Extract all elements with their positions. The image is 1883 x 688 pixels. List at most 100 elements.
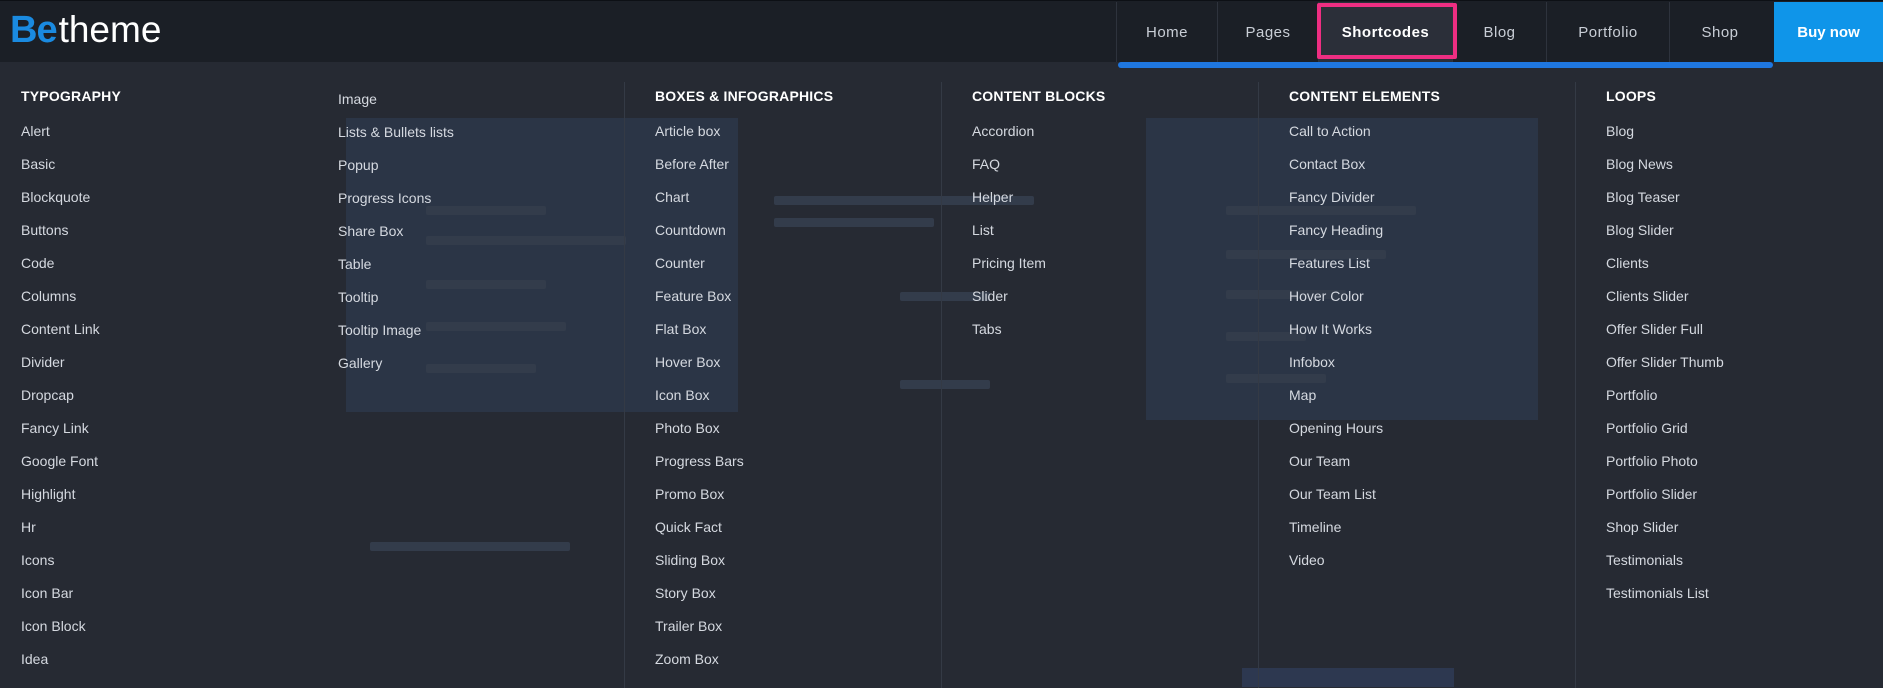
menu-item[interactable]: Icon Box bbox=[655, 384, 744, 417]
menu-list-typography-more: Image Lists & Bullets lists Popup Progress … bbox=[338, 88, 454, 385]
menu-item[interactable]: Timeline bbox=[1289, 516, 1383, 549]
menu-item[interactable]: Feature Box bbox=[655, 285, 744, 318]
menu-item[interactable]: Content Link bbox=[21, 318, 100, 351]
menu-list-content-elements: Call to Action Contact Box Fancy Divider Fa… bbox=[1289, 120, 1383, 582]
main-nav: Home Pages Shortcodes Blog Portfolio Sho… bbox=[1116, 2, 1770, 62]
menu-item[interactable]: Icon Bar bbox=[21, 582, 100, 615]
menu-item[interactable]: Testimonials List bbox=[1606, 582, 1724, 615]
nav-shop[interactable]: Shop bbox=[1669, 2, 1770, 62]
menu-item[interactable]: Clients Slider bbox=[1606, 285, 1724, 318]
menu-item[interactable]: How It Works bbox=[1289, 318, 1383, 351]
menu-item[interactable]: Buttons bbox=[21, 219, 100, 252]
menu-item[interactable]: Hr bbox=[21, 516, 100, 549]
nav-pages[interactable]: Pages bbox=[1217, 2, 1318, 62]
buy-now-button[interactable]: Buy now bbox=[1774, 2, 1883, 62]
logo-theme-text: theme bbox=[58, 9, 162, 50]
menu-item[interactable]: Portfolio Photo bbox=[1606, 450, 1724, 483]
logo-be-text: Be bbox=[10, 9, 58, 51]
menu-item[interactable]: Photo Box bbox=[655, 417, 744, 450]
menu-item[interactable]: Dropcap bbox=[21, 384, 100, 417]
menu-item[interactable]: Progress Bars bbox=[655, 450, 744, 483]
menu-item[interactable]: Opening Hours bbox=[1289, 417, 1383, 450]
menu-item[interactable]: Call to Action bbox=[1289, 120, 1383, 153]
menu-item[interactable]: Alert bbox=[21, 120, 100, 153]
nav-shortcodes[interactable]: Shortcodes bbox=[1318, 2, 1452, 62]
menu-item[interactable]: Portfolio Slider bbox=[1606, 483, 1724, 516]
menu-item[interactable]: Tabs bbox=[972, 318, 1046, 351]
menu-item[interactable]: Video bbox=[1289, 549, 1383, 582]
menu-item[interactable]: Blog Teaser bbox=[1606, 186, 1724, 219]
menu-item[interactable]: Portfolio Grid bbox=[1606, 417, 1724, 450]
menu-item[interactable]: Slider bbox=[972, 285, 1046, 318]
menu-item[interactable]: Share Box bbox=[338, 220, 454, 253]
menu-item[interactable]: Icons bbox=[21, 549, 100, 582]
menu-item[interactable]: Popup bbox=[338, 154, 454, 187]
menu-heading-content-blocks: CONTENT BLOCKS bbox=[972, 88, 1106, 104]
menu-item[interactable]: Contact Box bbox=[1289, 153, 1383, 186]
menu-list-typography: Alert Basic Blockquote Buttons Code Columns Co… bbox=[21, 120, 100, 681]
menu-item[interactable]: Trailer Box bbox=[655, 615, 744, 648]
menu-item[interactable]: Counter bbox=[655, 252, 744, 285]
menu-item[interactable]: Idea bbox=[21, 648, 100, 681]
menu-item[interactable]: Clients bbox=[1606, 252, 1724, 285]
menu-item[interactable]: Divider bbox=[21, 351, 100, 384]
menu-item[interactable]: Blog News bbox=[1606, 153, 1724, 186]
menu-item[interactable]: Promo Box bbox=[655, 483, 744, 516]
menu-item[interactable]: Tooltip Image bbox=[338, 319, 454, 352]
menu-item[interactable]: Lists & Bullets lists bbox=[338, 121, 454, 154]
menu-item[interactable]: Icon Block bbox=[21, 615, 100, 648]
menu-item[interactable]: Fancy Heading bbox=[1289, 219, 1383, 252]
menu-item[interactable]: Blog Slider bbox=[1606, 219, 1724, 252]
shortcodes-mega-menu: TYPOGRAPHY Alert Basic Blockquote Buttons Co… bbox=[0, 68, 1883, 688]
menu-item[interactable]: List bbox=[972, 219, 1046, 252]
menu-item[interactable]: Shop Slider bbox=[1606, 516, 1724, 549]
menu-item[interactable]: Table bbox=[338, 253, 454, 286]
menu-item[interactable]: Hover Color bbox=[1289, 285, 1383, 318]
menu-list-loops: Blog Blog News Blog Teaser Blog Slider Clien… bbox=[1606, 120, 1724, 615]
menu-item[interactable]: Accordion bbox=[972, 120, 1046, 153]
menu-item[interactable]: Zoom Box bbox=[655, 648, 744, 681]
menu-item[interactable]: Highlight bbox=[21, 483, 100, 516]
menu-item[interactable]: Fancy Link bbox=[21, 417, 100, 450]
menu-item[interactable]: Helper bbox=[972, 186, 1046, 219]
menu-item[interactable]: Features List bbox=[1289, 252, 1383, 285]
menu-item[interactable]: Basic bbox=[21, 153, 100, 186]
menu-item[interactable]: Flat Box bbox=[655, 318, 744, 351]
menu-item[interactable]: Sliding Box bbox=[655, 549, 744, 582]
menu-item[interactable]: Image bbox=[338, 88, 454, 121]
menu-item[interactable]: Our Team bbox=[1289, 450, 1383, 483]
menu-item[interactable]: Code bbox=[21, 252, 100, 285]
menu-list-content-blocks: Accordion FAQ Helper List Pricing Item Slider… bbox=[972, 120, 1046, 351]
menu-heading-boxes: BOXES & INFOGRAPHICS bbox=[655, 88, 834, 104]
menu-item[interactable]: Our Team List bbox=[1289, 483, 1383, 516]
menu-item[interactable]: Article box bbox=[655, 120, 744, 153]
nav-home[interactable]: Home bbox=[1116, 2, 1217, 62]
menu-item[interactable]: Google Font bbox=[21, 450, 100, 483]
top-header: Be theme Home Pages Shortcodes Blog Port… bbox=[0, 0, 1883, 62]
menu-item[interactable]: Testimonials bbox=[1606, 549, 1724, 582]
menu-item[interactable]: Chart bbox=[655, 186, 744, 219]
menu-item[interactable]: FAQ bbox=[972, 153, 1046, 186]
menu-item[interactable]: Columns bbox=[21, 285, 100, 318]
menu-item[interactable]: Quick Fact bbox=[655, 516, 744, 549]
nav-blog[interactable]: Blog bbox=[1452, 2, 1546, 62]
menu-item[interactable]: Offer Slider Thumb bbox=[1606, 351, 1724, 384]
menu-item[interactable]: Gallery bbox=[338, 352, 454, 385]
menu-heading-typography: TYPOGRAPHY bbox=[21, 88, 122, 104]
nav-portfolio[interactable]: Portfolio bbox=[1546, 2, 1669, 62]
menu-item[interactable]: Blog bbox=[1606, 120, 1724, 153]
menu-item[interactable]: Fancy Divider bbox=[1289, 186, 1383, 219]
menu-item[interactable]: Countdown bbox=[655, 219, 744, 252]
menu-item[interactable]: Pricing Item bbox=[972, 252, 1046, 285]
menu-item[interactable]: Blockquote bbox=[21, 186, 100, 219]
menu-item[interactable]: Story Box bbox=[655, 582, 744, 615]
betheme-logo[interactable]: Be theme bbox=[10, 9, 161, 53]
menu-item[interactable]: Offer Slider Full bbox=[1606, 318, 1724, 351]
menu-item[interactable]: Map bbox=[1289, 384, 1383, 417]
menu-item[interactable]: Portfolio bbox=[1606, 384, 1724, 417]
menu-item[interactable]: Tooltip bbox=[338, 286, 454, 319]
menu-item[interactable]: Infobox bbox=[1289, 351, 1383, 384]
menu-item[interactable]: Before After bbox=[655, 153, 744, 186]
menu-item[interactable]: Progress Icons bbox=[338, 187, 454, 220]
menu-item[interactable]: Hover Box bbox=[655, 351, 744, 384]
